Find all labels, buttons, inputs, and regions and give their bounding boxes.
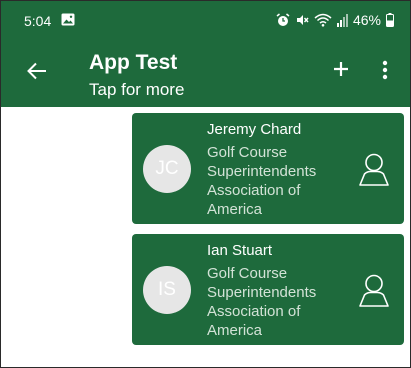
alarm-icon (276, 13, 290, 27)
person-icon[interactable] (358, 152, 390, 186)
battery-icon (386, 13, 394, 27)
contact-name: Jeremy Chard (207, 121, 302, 138)
battery-percent: 46% (352, 12, 381, 28)
mute-icon (295, 13, 309, 27)
avatar: IS (143, 266, 191, 314)
contact-card[interactable]: JC Jeremy Chard Golf Course Superintende… (132, 113, 404, 224)
screen: 5:04 46% App Test Tap for more JC Jeremy… (0, 0, 411, 368)
signal-icon (336, 13, 348, 27)
avatar-initials: IS (158, 279, 176, 300)
person-icon[interactable] (358, 273, 390, 307)
contact-card[interactable]: IS Ian Stuart Golf Course Superintendent… (132, 234, 404, 345)
status-icons: 46% (276, 12, 394, 28)
avatar: JC (143, 145, 191, 193)
status-bar: 5:04 46% (1, 1, 410, 45)
image-icon (61, 13, 75, 26)
wifi-icon (314, 13, 332, 27)
contact-organization: Golf Course Superintendents Association … (207, 265, 317, 339)
app-subtitle[interactable]: Tap for more (89, 80, 184, 100)
contact-organization: Golf Course Superintendents Association … (207, 144, 317, 218)
back-arrow-icon[interactable] (27, 62, 47, 80)
app-title[interactable]: App Test (89, 51, 177, 75)
app-bar[interactable]: App Test Tap for more (1, 45, 410, 107)
avatar-initials: JC (155, 158, 179, 179)
status-time: 5:04 (24, 13, 52, 29)
contact-name: Ian Stuart (207, 242, 273, 259)
more-vertical-icon[interactable] (382, 60, 388, 80)
plus-icon[interactable] (332, 60, 350, 78)
